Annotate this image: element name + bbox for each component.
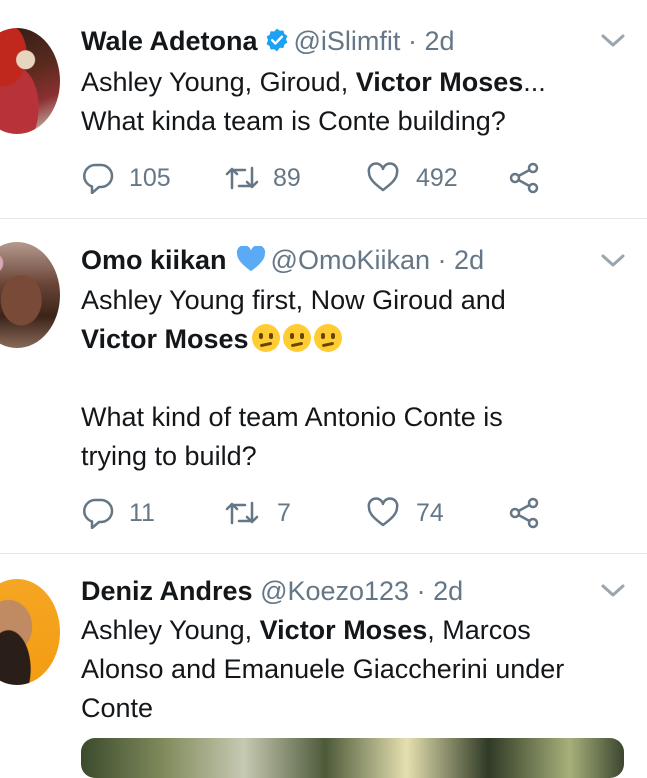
tweet-actions: 11 7 74: [81, 497, 561, 529]
retweet-icon: [225, 501, 259, 525]
timestamp[interactable]: 2d: [424, 26, 454, 56]
divider: [0, 218, 647, 219]
reply-button[interactable]: 105: [81, 162, 171, 194]
like-button[interactable]: 492: [366, 162, 458, 194]
like-count: 74: [416, 498, 444, 527]
divider: [0, 553, 647, 554]
tweet-line: Conte: [81, 693, 154, 723]
author-name[interactable]: Omo kiikan: [81, 245, 227, 275]
like-count: 492: [416, 163, 458, 192]
tweet-line: trying to build?: [81, 441, 257, 471]
tweet-header: Wale Adetona @iSlimfit · 2d: [81, 24, 455, 61]
tweet-media-image[interactable]: [81, 738, 624, 778]
reply-icon: [83, 163, 114, 194]
tweet-line: Ashley Young first, Now Giroud and: [81, 285, 506, 315]
tweet-line: What kinda team is Conte building?: [81, 102, 631, 141]
confused-face-emoji: [251, 324, 280, 352]
like-button[interactable]: 74: [366, 497, 444, 529]
text-span: ...: [523, 67, 546, 97]
separator-dot: ·: [407, 26, 417, 56]
text-span: , Marcos: [427, 615, 531, 645]
retweet-count: 89: [273, 163, 301, 192]
reply-button[interactable]: 11: [81, 497, 155, 529]
tweet-line: What kind of team Antonio Conte is: [81, 402, 503, 432]
share-icon: [509, 497, 539, 529]
tweet-line: Victor Moses: [81, 320, 631, 359]
confused-face-emoji: [282, 324, 311, 352]
tweet-text: Ashley Young, Giroud, Victor Moses... Wh…: [81, 63, 631, 141]
author-handle[interactable]: @OmoKiikan: [271, 245, 430, 275]
like-icon: [367, 162, 399, 192]
blue-heart-icon: [235, 245, 267, 280]
chevron-down-icon[interactable]: [600, 252, 626, 275]
share-button[interactable]: [507, 497, 541, 529]
avatar[interactable]: [0, 579, 60, 685]
tweet-line: Ashley Young, Victor Moses, Marcos: [81, 611, 631, 650]
retweet-button[interactable]: 7: [223, 497, 291, 529]
confused-face-emoji: [313, 324, 342, 352]
author-name[interactable]: Deniz Andres: [81, 576, 253, 606]
reply-count: 105: [129, 163, 171, 192]
highlighted-text: Victor Moses: [259, 615, 428, 645]
timestamp[interactable]: 2d: [433, 576, 463, 606]
text-span: Ashley Young, Giroud,: [81, 67, 356, 97]
tweet-text: Ashley Young, Victor Moses, Marcos Alons…: [81, 611, 631, 728]
avatar[interactable]: [0, 242, 60, 348]
tweet-line: Alonso and Emanuele Giaccherini under: [81, 654, 565, 684]
tweet-actions: 105 89 492: [81, 162, 561, 194]
author-handle[interactable]: @iSlimfit: [294, 26, 401, 56]
reply-count: 11: [129, 498, 155, 527]
highlighted-text: Victor Moses: [81, 324, 249, 354]
separator-dot: ·: [437, 245, 447, 275]
retweet-icon: [225, 166, 259, 190]
separator-dot: ·: [416, 576, 426, 606]
chevron-down-icon[interactable]: [600, 32, 626, 55]
timestamp[interactable]: 2d: [454, 245, 484, 275]
text-span: What kinda team is Conte building?: [81, 106, 506, 136]
like-icon: [367, 497, 399, 527]
share-button[interactable]: [507, 162, 541, 194]
avatar[interactable]: [0, 28, 60, 134]
author-handle[interactable]: @Koezo123: [260, 576, 409, 606]
tweet-header: Deniz Andres @Koezo123 · 2d: [81, 574, 463, 608]
reply-icon: [83, 498, 114, 529]
verified-badge-icon: [264, 27, 290, 61]
retweet-count: 7: [277, 498, 291, 527]
highlighted-text: Victor Moses: [355, 67, 524, 97]
tweet-text: Ashley Young first, Now Giroud and Victo…: [81, 281, 631, 476]
retweet-button[interactable]: 89: [223, 162, 301, 194]
tweet-line: Ashley Young, Giroud, Victor Moses...: [81, 63, 631, 102]
tweet-header: Omo kiikan @OmoKiikan · 2d: [81, 243, 484, 280]
text-span: Ashley Young,: [81, 615, 260, 645]
author-name[interactable]: Wale Adetona: [81, 26, 258, 56]
share-icon: [509, 162, 539, 194]
chevron-down-icon[interactable]: [600, 582, 626, 605]
